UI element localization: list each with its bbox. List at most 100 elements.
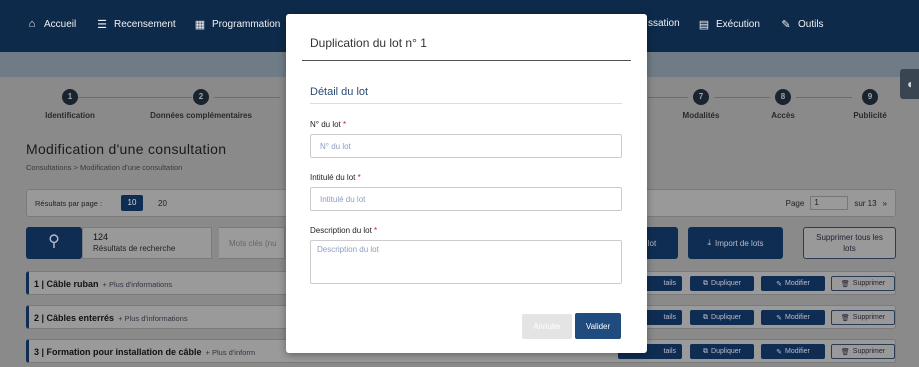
delete-button[interactable]: 🗑 Supprimer [831, 344, 895, 359]
modal-title: Duplication du lot n° 1 [310, 36, 427, 50]
duplicate-lot-modal: Duplication du lot n° 1 Détail du lot N°… [286, 14, 647, 353]
calendar-icon: ▦ [194, 19, 206, 31]
delete-all-lots-button[interactable]: Supprimer tous les lots [803, 227, 896, 259]
next-page-button[interactable]: » [883, 199, 887, 208]
search-icon: ⚲ [48, 233, 60, 250]
section-divider [310, 103, 622, 104]
copy-icon: ⧉ [703, 313, 709, 321]
pencil-icon: ✎ [776, 348, 782, 356]
validate-button[interactable]: Valider [575, 313, 621, 339]
section-title: Détail du lot [310, 86, 369, 98]
required-marker: * [374, 226, 378, 235]
calendar-icon: ▤ [698, 19, 710, 31]
breadcrumb[interactable]: Consultations > Modification d'une consu… [26, 163, 182, 172]
lot-number-input[interactable] [310, 134, 622, 158]
delete-button[interactable]: 🗑 Supprimer [831, 310, 895, 325]
lot-title-label: Intitulé du lot * [310, 173, 361, 182]
nav-item-programmation[interactable]: ▦ Programmation [194, 18, 281, 31]
lot-number-label: N° du lot * [310, 120, 346, 129]
results-count-label: Résultats de recherche [93, 244, 176, 253]
page-number-input[interactable]: 1 [810, 196, 849, 210]
delete-label: Supprimer [852, 314, 886, 321]
user-icon: ◖ [905, 77, 914, 91]
delete-label: Supprimer [852, 348, 886, 355]
nav-label: Exécution [716, 19, 760, 30]
import-lots-button[interactable]: ⤓ Import de lots [688, 227, 783, 259]
delete-all-lots-label: Supprimer tous les lots [816, 233, 883, 253]
pencil-icon: ✎ [776, 280, 782, 288]
nav-item-accueil[interactable]: ⌂ Accueil [26, 18, 77, 30]
per-page-20-button[interactable]: 20 [158, 199, 167, 208]
step-modalites[interactable]: 7 Modalités [676, 89, 726, 120]
edit-button[interactable]: ✎ Modifier [761, 344, 825, 359]
lot-description-textarea[interactable] [310, 240, 622, 284]
side-user-tab[interactable]: ◖ [900, 69, 919, 99]
page-total: sur 13 [854, 198, 877, 208]
nav-item-outils[interactable]: ✎ Outils [780, 18, 824, 31]
step-label: Publicité [853, 111, 887, 120]
delete-label: Supprimer [852, 280, 886, 287]
duplicate-button[interactable]: ⧉ Dupliquer [690, 344, 754, 359]
duplicate-button[interactable]: ⧉ Dupliquer [690, 276, 754, 291]
nav-label: ssation [648, 18, 680, 29]
lot-title: 2 | Câbles enterrés [34, 313, 115, 323]
duplicate-button[interactable]: ⧉ Dupliquer [690, 310, 754, 325]
nav-item-recensement[interactable]: ☰ Recensement [96, 18, 176, 31]
page-background: ⌂ Accueil ☰ Recensement ▦ Programmation … [0, 0, 919, 367]
nav-label: Programmation [212, 19, 281, 30]
trash-icon: 🗑 [840, 280, 850, 288]
nav-item-execution[interactable]: ▤ Exécution [698, 18, 760, 31]
lot-number-label-text: N° du lot [310, 120, 341, 129]
step-number: 7 [693, 89, 709, 105]
lot-name: 2 | Câbles enterrés + Plus d'informations [34, 313, 188, 323]
duplicate-label: Dupliquer [711, 280, 741, 287]
page-title: Modification d'une consultation [26, 141, 227, 157]
import-lots-label: Import de lots [715, 238, 764, 248]
add-lot-label: lot [647, 238, 657, 248]
edit-button[interactable]: ✎ Modifier [761, 276, 825, 291]
edit-label: Modifier [784, 314, 810, 321]
keywords-input[interactable]: Mots clés (nu [219, 227, 285, 259]
step-donnees-complementaires[interactable]: 2 Données complémentaires [145, 89, 257, 120]
step-label: Identification [45, 111, 95, 120]
step-label: Données complémentaires [150, 111, 252, 120]
edit-label: Modifier [784, 348, 810, 355]
step-label: Accès [771, 111, 795, 120]
step-publicite[interactable]: 9 Publicité [845, 89, 895, 120]
nav-label: Recensement [114, 19, 176, 30]
step-number: 8 [775, 89, 791, 105]
search-button[interactable]: ⚲ [26, 227, 82, 259]
nav-label: Outils [798, 19, 824, 30]
pagination: Page 1 sur 13 » [786, 196, 887, 210]
delete-button[interactable]: 🗑 Supprimer [831, 276, 895, 291]
lot-title-input[interactable] [310, 187, 622, 211]
edit-button[interactable]: ✎ Modifier [761, 310, 825, 325]
cancel-button[interactable]: Annuler [522, 314, 572, 339]
more-info-link[interactable]: + Plus d'informations [118, 314, 188, 323]
duplicate-label: Dupliquer [711, 348, 741, 355]
step-number: 1 [62, 89, 78, 105]
step-identification[interactable]: 1 Identification [40, 89, 100, 120]
results-per-page-label: Résultats par page : [35, 199, 103, 208]
lot-name: 3 | Formation pour installation de câble… [34, 347, 255, 357]
step-acces[interactable]: 8 Accès [763, 89, 803, 120]
pencil-icon: ✎ [776, 314, 782, 322]
wrench-icon: ✎ [781, 19, 791, 31]
home-icon: ⌂ [28, 18, 36, 30]
step-label: Modalités [682, 111, 720, 120]
per-page-10-button[interactable]: 10 [121, 195, 143, 211]
more-info-link[interactable]: + Plus d'inform [206, 348, 256, 357]
trash-icon: 🗑 [840, 348, 850, 356]
duplicate-label: Dupliquer [711, 314, 741, 321]
lot-title: 3 | Formation pour installation de câble [34, 347, 202, 357]
trash-icon: 🗑 [840, 314, 850, 322]
download-icon: ⤓ [707, 238, 712, 247]
lot-title-label-text: Intitulé du lot [310, 173, 356, 182]
results-count: 124 Résultats de recherche [82, 227, 212, 259]
page-label: Page [785, 198, 805, 208]
edit-label: Modifier [784, 280, 810, 287]
nav-item-passation[interactable]: ssation [648, 18, 680, 29]
more-info-link[interactable]: + Plus d'informations [103, 280, 173, 289]
copy-icon: ⧉ [703, 279, 709, 287]
step-number: 9 [862, 89, 878, 105]
